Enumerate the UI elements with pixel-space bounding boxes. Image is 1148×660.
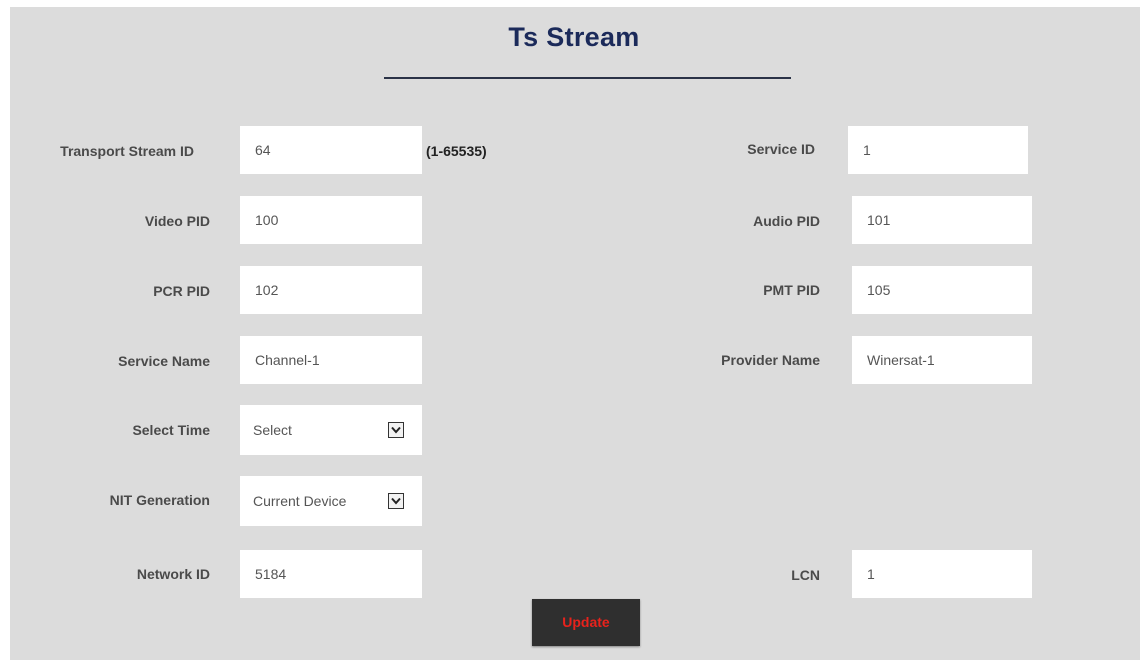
transport-stream-id-range: (1-65535) — [426, 143, 487, 159]
chevron-down-icon[interactable] — [388, 422, 404, 438]
title-divider — [384, 77, 791, 79]
update-button[interactable]: Update — [532, 599, 640, 646]
video-pid-input[interactable]: 100 — [240, 196, 422, 244]
lcn-input[interactable]: 1 — [852, 550, 1032, 598]
service-id-input[interactable]: 1 — [848, 126, 1028, 174]
transport-stream-id-label: Transport Stream ID — [60, 143, 194, 159]
service-id-label: Service ID — [747, 141, 815, 157]
network-id-input[interactable]: 5184 — [240, 550, 422, 598]
audio-pid-input[interactable]: 101 — [852, 196, 1032, 244]
network-id-label: Network ID — [136, 566, 210, 582]
pmt-pid-label: PMT PID — [763, 282, 820, 298]
page-title: Ts Stream — [508, 22, 640, 52]
nit-generation-label: NIT Generation — [109, 492, 210, 508]
audio-pid-label: Audio PID — [753, 213, 820, 229]
pmt-pid-input[interactable]: 105 — [852, 266, 1032, 314]
nit-generation-dropdown[interactable]: Current Device — [240, 476, 422, 526]
transport-stream-id-input[interactable]: 64 — [240, 126, 422, 174]
select-time-dropdown[interactable]: Select — [240, 405, 422, 455]
provider-name-label: Provider Name — [721, 352, 820, 368]
pcr-pid-label: PCR PID — [153, 283, 210, 299]
nit-generation-value: Current Device — [253, 493, 347, 509]
chevron-down-icon[interactable] — [388, 493, 404, 509]
lcn-label: LCN — [791, 567, 820, 583]
service-name-label: Service Name — [118, 353, 210, 369]
provider-name-input[interactable]: Winersat-1 — [852, 336, 1032, 384]
select-time-value: Select — [253, 422, 292, 438]
select-time-label: Select Time — [132, 422, 210, 438]
service-name-input[interactable]: Channel-1 — [240, 336, 422, 384]
pcr-pid-input[interactable]: 102 — [240, 266, 422, 314]
video-pid-label: Video PID — [144, 213, 210, 229]
